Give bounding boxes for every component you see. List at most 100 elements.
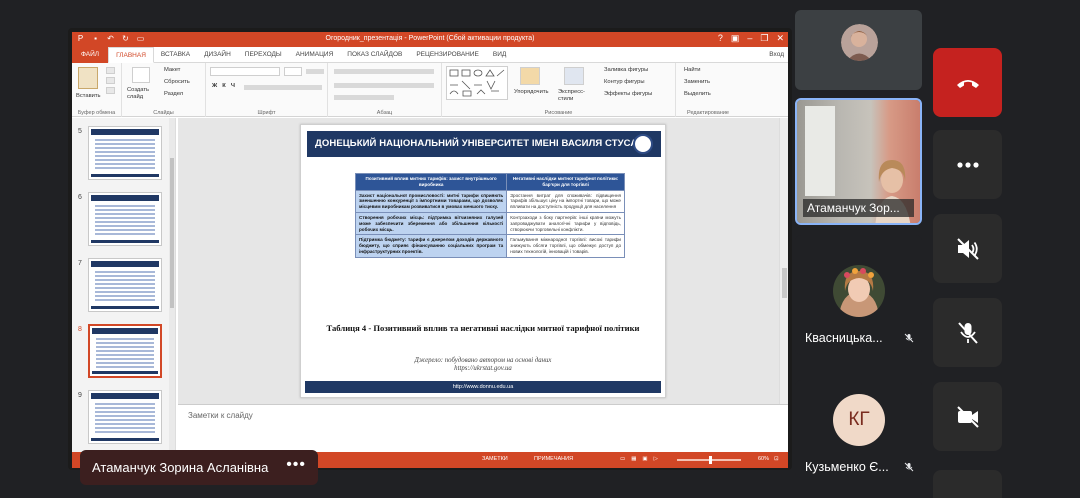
new-slide-label[interactable]: Создать слайд (127, 87, 157, 101)
help-icon[interactable]: ? (718, 33, 723, 44)
shape-effects-button[interactable]: Эффекты фигуры (604, 91, 652, 97)
participant-tile[interactable] (795, 10, 922, 90)
thumbnail-item[interactable]: 9 (72, 390, 176, 450)
select-button[interactable]: Выделить (684, 91, 711, 97)
shapes-gallery[interactable] (446, 66, 508, 100)
section-button[interactable]: Раздел (164, 91, 183, 97)
fit-slide-icon[interactable]: ⊡ (774, 456, 779, 462)
font-family-select[interactable] (210, 67, 280, 76)
view-buttons[interactable]: ▭▦▣▷ (620, 456, 664, 462)
table-source: Джерело: побудовано автором на основі да… (321, 357, 645, 373)
tab-insert[interactable]: ВСТАВКА (154, 47, 197, 63)
ribbon-options-icon[interactable]: ▣ (731, 33, 740, 44)
table-row: Захист національної промисловості: митні… (354, 189, 625, 213)
thumbnail-scrollbar[interactable] (169, 118, 175, 452)
arrange-label[interactable]: Упорядочить (514, 89, 549, 95)
notes-toggle[interactable]: ЗАМЕТКИ (482, 456, 508, 462)
slide-thumbnail[interactable] (88, 192, 162, 246)
speaker-toggle-button[interactable] (933, 214, 1002, 283)
slide-thumbnails-panel: 5 6 7 8 9 (72, 118, 176, 452)
drawing-group-label: Рисование (544, 110, 573, 116)
minimize-icon[interactable]: – (747, 33, 752, 44)
source-text: Джерело: побудовано автором на основі да… (414, 357, 552, 364)
avatar (841, 24, 878, 61)
find-button[interactable]: Найти (684, 67, 701, 73)
direction-buttons[interactable] (334, 95, 394, 100)
shape-fill-button[interactable]: Заливка фигуры (604, 67, 648, 73)
leave-call-button[interactable] (933, 48, 1002, 117)
participant-name: Атаманчук Зор... (803, 199, 914, 217)
tab-transitions[interactable]: ПЕРЕХОДЫ (238, 47, 289, 63)
font-size-select[interactable] (284, 67, 302, 76)
tab-review[interactable]: РЕЦЕНЗИРОВАНИЕ (409, 47, 486, 63)
drawing-group: Упорядочить Экспресс-стили Заливка фигур… (442, 63, 676, 117)
table-header-negative: Негативні наслідки митної тарифної політ… (506, 173, 625, 191)
quick-styles-label[interactable]: Экспресс-стили (558, 89, 592, 103)
thumbnail-number: 5 (78, 128, 82, 135)
new-slide-icon[interactable] (132, 67, 150, 83)
copy-icon[interactable] (106, 77, 115, 84)
text-style-buttons[interactable]: ЖКЧ (212, 83, 240, 89)
zoom-slider[interactable] (677, 456, 741, 464)
participant-tile[interactable]: КГ Кузьменко Є... (795, 380, 922, 478)
tab-view[interactable]: ВИД (486, 47, 513, 63)
microphone-muted-icon (958, 322, 978, 344)
login-link[interactable]: Вход (769, 51, 788, 58)
arrange-icon[interactable] (520, 67, 540, 85)
font-formatting-buttons[interactable] (244, 85, 322, 90)
restore-icon[interactable]: ❐ (760, 33, 768, 44)
tab-design[interactable]: ДИЗАЙН (197, 47, 238, 63)
tab-slideshow[interactable]: ПОКАЗ СЛАЙДОВ (340, 47, 409, 63)
zoom-level[interactable]: 60% (758, 456, 769, 462)
slide-thumbnail[interactable] (88, 258, 162, 312)
comments-toggle[interactable]: ПРИМЕЧАНИЯ (534, 456, 573, 462)
microphone-toggle-button[interactable] (933, 298, 1002, 367)
tab-file[interactable]: ФАЙЛ (72, 46, 109, 63)
table-caption: Таблиця 4 - Позитивний вплив та негативн… (326, 323, 640, 333)
notes-pane[interactable]: Заметки к слайду (178, 404, 788, 452)
list-buttons[interactable] (334, 69, 434, 74)
thumbnail-number: 9 (78, 392, 82, 399)
thumbnail-item[interactable]: 6 (72, 192, 176, 252)
more-options-button[interactable] (933, 130, 1002, 199)
camera-toggle-button[interactable] (933, 382, 1002, 451)
shapes-icon (449, 69, 505, 97)
slides-group: Создать слайд Макет Сбросить Раздел Слай… (122, 63, 206, 117)
slide-thumbnail[interactable] (88, 390, 162, 444)
reset-button[interactable]: Сбросить (164, 79, 190, 85)
zoom-slider-thumb[interactable] (709, 456, 712, 464)
paragraph-group-label: Абзац (376, 110, 393, 116)
paste-label[interactable]: Вставить (76, 93, 101, 99)
thumbnail-number: 7 (78, 260, 82, 267)
paste-icon[interactable] (78, 67, 98, 89)
layout-button[interactable]: Макет (164, 67, 180, 73)
table-header-positive: Позитивний вплив митних тарифів: захист … (354, 173, 508, 191)
current-slide[interactable]: ДОНЕЦЬКИЙ НАЦІОНАЛЬНИЙ УНІВЕРСИТЕТ ІМЕНІ… (300, 124, 666, 398)
next-control-button[interactable] (933, 470, 1002, 498)
participant-tile[interactable]: Квасницька... (795, 235, 922, 355)
slide-thumbnail-selected[interactable] (88, 324, 162, 378)
participant-name: Квасницька... (805, 331, 883, 345)
shape-outline-button[interactable]: Контур фигуры (604, 79, 645, 85)
participant-name: Кузьменко Є... (805, 460, 889, 474)
slide-editor: ДОНЕЦЬКИЙ НАЦІОНАЛЬНИЙ УНІВЕРСИТЕТ ІМЕНІ… (178, 118, 788, 404)
tab-home[interactable]: ГЛАВНАЯ (108, 46, 154, 63)
alignment-buttons[interactable] (334, 83, 434, 88)
notes-placeholder: Заметки к слайду (188, 411, 253, 420)
close-icon[interactable]: ✕ (776, 33, 784, 44)
replace-button[interactable]: Заменить (684, 79, 710, 85)
more-options-icon[interactable]: ••• (286, 456, 306, 474)
quick-styles-icon[interactable] (564, 67, 584, 85)
editor-scrollbar[interactable] (779, 118, 788, 404)
font-size-buttons[interactable] (306, 69, 324, 74)
format-painter-icon[interactable] (106, 87, 115, 94)
thumbnail-item-selected[interactable]: 8 (72, 324, 176, 384)
ribbon-tabs: ФАЙЛ ГЛАВНАЯ ВСТАВКА ДИЗАЙН ПЕРЕХОДЫ АНИ… (72, 46, 788, 63)
participant-video-tile-active[interactable]: Атаманчук Зор... (795, 98, 922, 225)
thumbnail-item[interactable]: 7 (72, 258, 176, 318)
tab-animation[interactable]: АНИМАЦИЯ (289, 47, 341, 63)
cut-icon[interactable] (106, 67, 115, 74)
slide-footer: http://www.donnu.edu.ua (305, 381, 661, 393)
thumbnail-item[interactable]: 5 (72, 126, 176, 186)
slide-thumbnail[interactable] (88, 126, 162, 180)
